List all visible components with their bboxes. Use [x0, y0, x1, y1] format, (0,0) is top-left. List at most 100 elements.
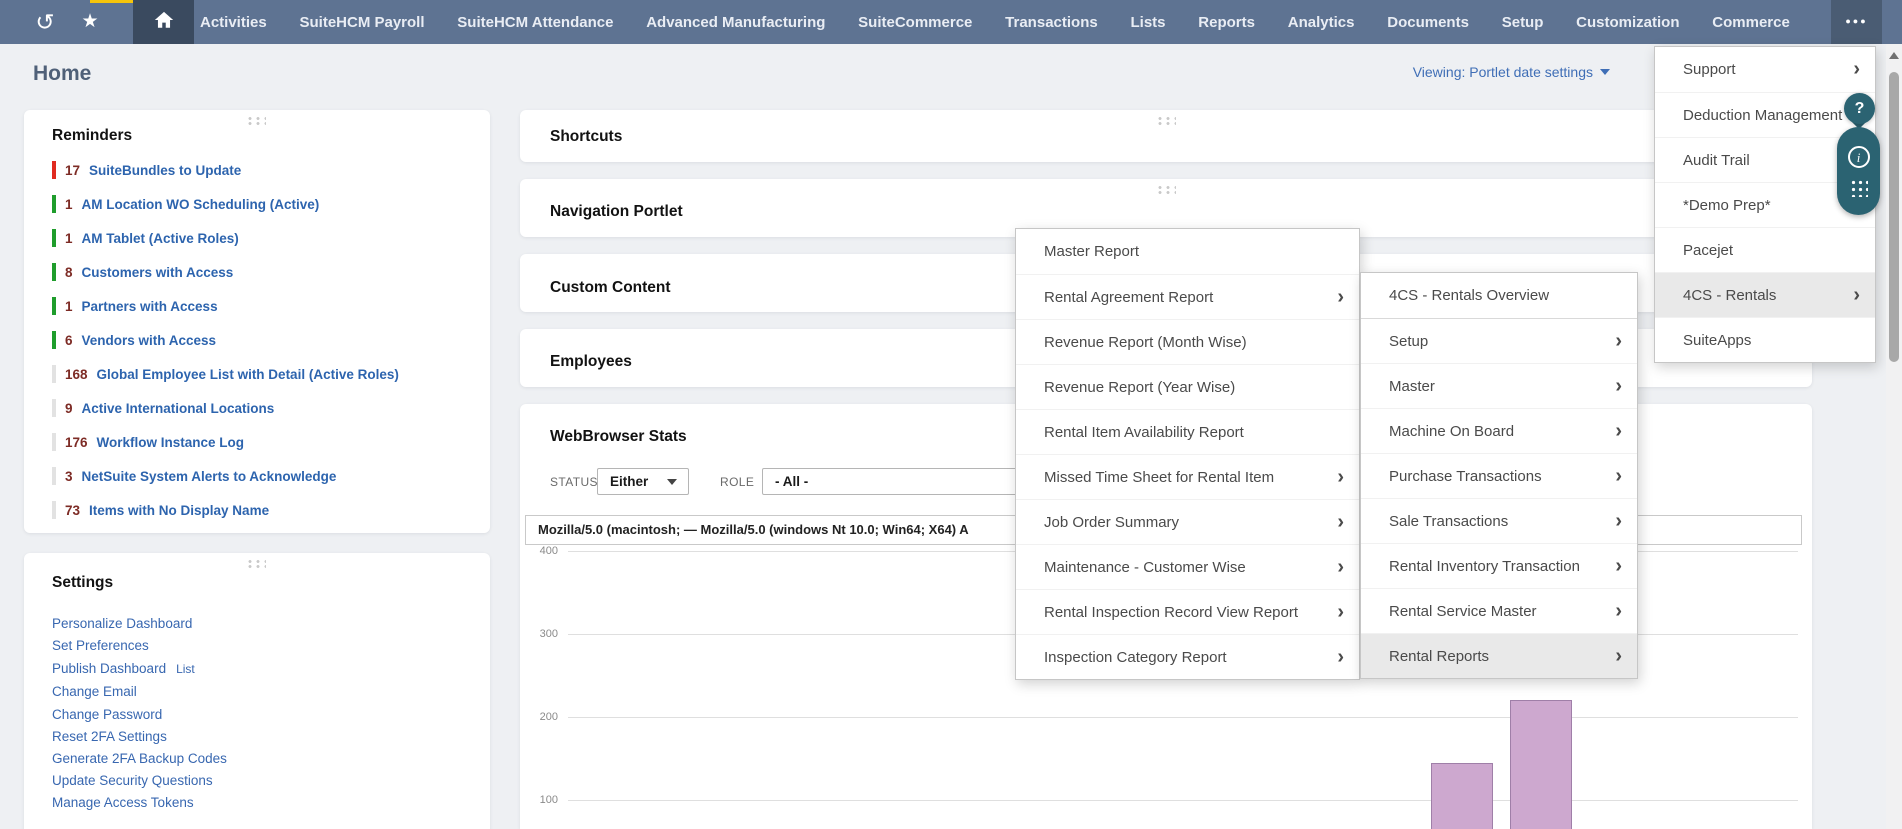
reminder-item[interactable]: 9 Active International Locations — [52, 398, 274, 418]
menu-item-suiteapps[interactable]: SuiteApps — [1655, 317, 1875, 362]
menu-item-rentals-overview[interactable]: 4CS - Rentals Overview — [1361, 273, 1637, 318]
nav-item-transactions[interactable]: Transactions — [1005, 14, 1098, 31]
reminder-item[interactable]: 1 AM Location WO Scheduling (Active) — [52, 194, 319, 214]
menu-item-machine-on-board[interactable]: Machine On Board › — [1361, 408, 1637, 453]
settings-link-publish-dashboard[interactable]: Publish Dashboard List — [52, 661, 195, 676]
nav-item-suitehcm-payroll[interactable]: SuiteHCM Payroll — [299, 14, 424, 31]
nav-item-lists[interactable]: Lists — [1131, 14, 1166, 31]
menu-item-revenue-report-year[interactable]: Revenue Report (Year Wise) — [1016, 364, 1359, 409]
drag-handle-icon[interactable] — [1156, 116, 1176, 125]
status-label: STATUS — [550, 475, 598, 489]
reminder-count: 1 — [65, 196, 73, 212]
menu-item-rental-service-master[interactable]: Rental Service Master › — [1361, 588, 1637, 633]
nav-item-reports[interactable]: Reports — [1198, 14, 1255, 31]
chevron-right-icon: › — [1853, 283, 1860, 306]
chart-bar — [1431, 762, 1493, 829]
menu-item-4cs-rentals[interactable]: 4CS - Rentals › — [1655, 272, 1875, 317]
menu-item-deduction-management[interactable]: Deduction Management — [1655, 92, 1875, 137]
settings-link-change-password[interactable]: Change Password — [52, 707, 162, 722]
menu-item-purchase-transactions[interactable]: Purchase Transactions › — [1361, 453, 1637, 498]
netsuite-dashboard: ↺ ★ Activities SuiteHCM Payroll SuiteHCM… — [0, 0, 1902, 829]
reminder-link[interactable]: Global Employee List with Detail (Active… — [97, 367, 399, 382]
chevron-right-icon: › — [1615, 554, 1622, 577]
navigation-portlet-title: Navigation Portlet — [550, 203, 683, 220]
nav-item-commerce[interactable]: Commerce — [1712, 14, 1790, 31]
drag-handle-icon[interactable] — [246, 559, 266, 568]
menu-item-master-report[interactable]: Master Report — [1016, 229, 1359, 274]
reminder-link[interactable]: AM Location WO Scheduling (Active) — [82, 197, 320, 212]
settings-link-generate-2fa-codes[interactable]: Generate 2FA Backup Codes — [52, 751, 227, 766]
shortcuts-star-icon[interactable]: ★ — [70, 0, 110, 44]
nav-item-customization[interactable]: Customization — [1576, 14, 1679, 31]
viewing-portlet-date-settings-dropdown[interactable]: Viewing: Portlet date settings — [1413, 64, 1610, 80]
reminder-item[interactable]: 1 AM Tablet (Active Roles) — [52, 228, 239, 248]
status-select[interactable]: Either — [597, 468, 689, 495]
reminder-link[interactable]: Workflow Instance Log — [97, 435, 245, 450]
apps-grid-icon[interactable] — [1849, 177, 1868, 197]
reminder-item[interactable]: 8 Customers with Access — [52, 262, 233, 282]
nav-item-documents[interactable]: Documents — [1387, 14, 1469, 31]
drag-handle-icon[interactable] — [1156, 185, 1176, 194]
reminder-link[interactable]: SuiteBundles to Update — [89, 163, 241, 178]
settings-link-reset-2fa[interactable]: Reset 2FA Settings — [52, 729, 167, 744]
reminder-item[interactable]: 176 Workflow Instance Log — [52, 432, 244, 452]
nav-item-suitehcm-attendance[interactable]: SuiteHCM Attendance — [457, 14, 613, 31]
reminder-count: 1 — [65, 298, 73, 314]
menu-item-rental-reports[interactable]: Rental Reports › — [1361, 633, 1637, 678]
reminder-count: 17 — [65, 162, 81, 178]
nav-item-suitecommerce[interactable]: SuiteCommerce — [858, 14, 972, 31]
reminder-link[interactable]: Active International Locations — [82, 401, 275, 416]
settings-link-set-preferences[interactable]: Set Preferences — [52, 638, 149, 653]
reminder-link[interactable]: Vendors with Access — [82, 333, 217, 348]
settings-link-publish-list[interactable]: List — [176, 662, 195, 676]
menu-item-rental-agreement-report[interactable]: Rental Agreement Report › — [1016, 274, 1359, 319]
settings-link-personalize-dashboard[interactable]: Personalize Dashboard — [52, 616, 192, 631]
recent-records-icon[interactable]: ↺ — [25, 0, 65, 44]
info-icon[interactable]: i — [1847, 145, 1870, 168]
menu-item-setup[interactable]: Setup › — [1361, 318, 1637, 363]
settings-link-manage-access-tokens[interactable]: Manage Access Tokens — [52, 795, 194, 810]
menu-item-sale-transactions[interactable]: Sale Transactions › — [1361, 498, 1637, 543]
menu-item-rental-item-availability[interactable]: Rental Item Availability Report — [1016, 409, 1359, 454]
reminder-item[interactable]: 17 SuiteBundles to Update — [52, 160, 241, 180]
reminder-link[interactable]: Partners with Access — [82, 299, 218, 314]
reminder-item[interactable]: 1 Partners with Access — [52, 296, 218, 316]
reminder-link[interactable]: NetSuite System Alerts to Acknowledge — [82, 469, 337, 484]
menu-item-support[interactable]: Support › — [1655, 47, 1875, 92]
nav-item-analytics[interactable]: Analytics — [1288, 14, 1355, 31]
reminder-item[interactable]: 6 Vendors with Access — [52, 330, 216, 350]
menu-item-pacejet[interactable]: Pacejet — [1655, 227, 1875, 272]
reminder-item[interactable]: 73 Items with No Display Name — [52, 500, 269, 520]
menu-item-revenue-report-month[interactable]: Revenue Report (Month Wise) — [1016, 319, 1359, 364]
reminder-link[interactable]: AM Tablet (Active Roles) — [82, 231, 239, 246]
reminder-item[interactable]: 3 NetSuite System Alerts to Acknowledge — [52, 466, 336, 486]
chevron-right-icon: › — [1615, 374, 1622, 397]
settings-link-change-email[interactable]: Change Email — [52, 684, 137, 699]
y-axis-tick-label: 400 — [539, 545, 558, 557]
help-button[interactable]: ? — [1844, 93, 1875, 124]
chevron-right-icon: › — [1337, 465, 1344, 488]
nav-item-setup[interactable]: Setup — [1502, 14, 1544, 31]
menu-item-master[interactable]: Master › — [1361, 363, 1637, 408]
reminder-item[interactable]: 168 Global Employee List with Detail (Act… — [52, 364, 399, 384]
menu-item-maintenance-customer-wise[interactable]: Maintenance - Customer Wise › — [1016, 544, 1359, 589]
scroll-up-arrow-icon[interactable] — [1889, 52, 1899, 59]
menu-item-rental-inventory-transaction[interactable]: Rental Inventory Transaction › — [1361, 543, 1637, 588]
reminder-link[interactable]: Items with No Display Name — [89, 503, 269, 518]
settings-link-update-security-questions[interactable]: Update Security Questions — [52, 773, 213, 788]
nav-item-advanced-manufacturing[interactable]: Advanced Manufacturing — [646, 14, 825, 31]
menu-item-inspection-category-report[interactable]: Inspection Category Report › — [1016, 634, 1359, 679]
drag-handle-icon[interactable] — [246, 116, 266, 125]
reminder-link[interactable]: Customers with Access — [82, 265, 234, 280]
menu-item-rental-inspection-record[interactable]: Rental Inspection Record View Report › — [1016, 589, 1359, 634]
menu-item-missed-time-sheet[interactable]: Missed Time Sheet for Rental Item › — [1016, 454, 1359, 499]
home-tab[interactable] — [133, 0, 194, 44]
menu-item-job-order-summary[interactable]: Job Order Summary › — [1016, 499, 1359, 544]
vertical-scrollbar[interactable] — [1886, 44, 1902, 829]
nav-item-activities[interactable]: Activities — [200, 14, 267, 31]
scrollbar-thumb[interactable] — [1889, 72, 1899, 362]
reminders-title: Reminders — [52, 127, 133, 144]
chevron-right-icon: › — [1615, 509, 1622, 532]
nav-more-button[interactable]: ●●● — [1831, 0, 1882, 44]
reminder-count: 8 — [65, 264, 73, 280]
